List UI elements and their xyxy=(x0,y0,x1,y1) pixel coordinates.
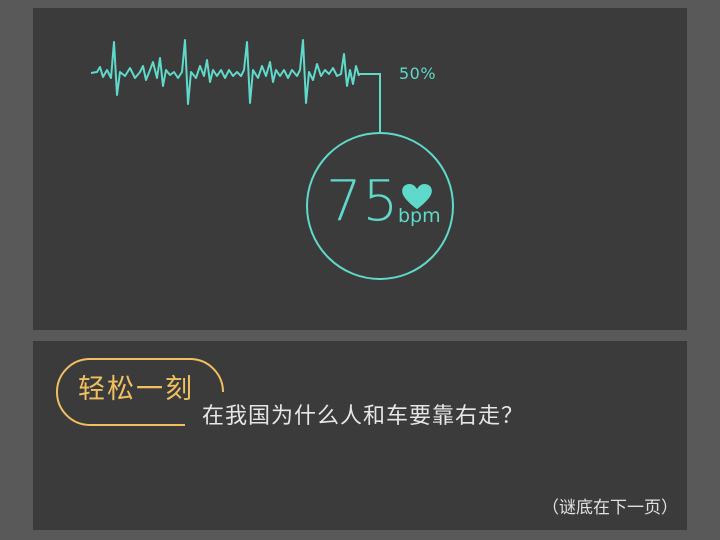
connector-line xyxy=(358,73,381,133)
heart-rate-unit: bpm xyxy=(398,205,441,227)
quiz-question: 在我国为什么人和车要靠右走？ xyxy=(202,404,525,429)
signal-percent: 50% xyxy=(399,64,437,83)
heart-rate-value: 75 xyxy=(326,169,400,234)
decoration-layer xyxy=(56,39,454,426)
ecg-waveform xyxy=(90,39,360,105)
answer-hint: （谜底在下一页） xyxy=(542,498,678,518)
section-tag: 轻松一刻 xyxy=(78,374,194,405)
